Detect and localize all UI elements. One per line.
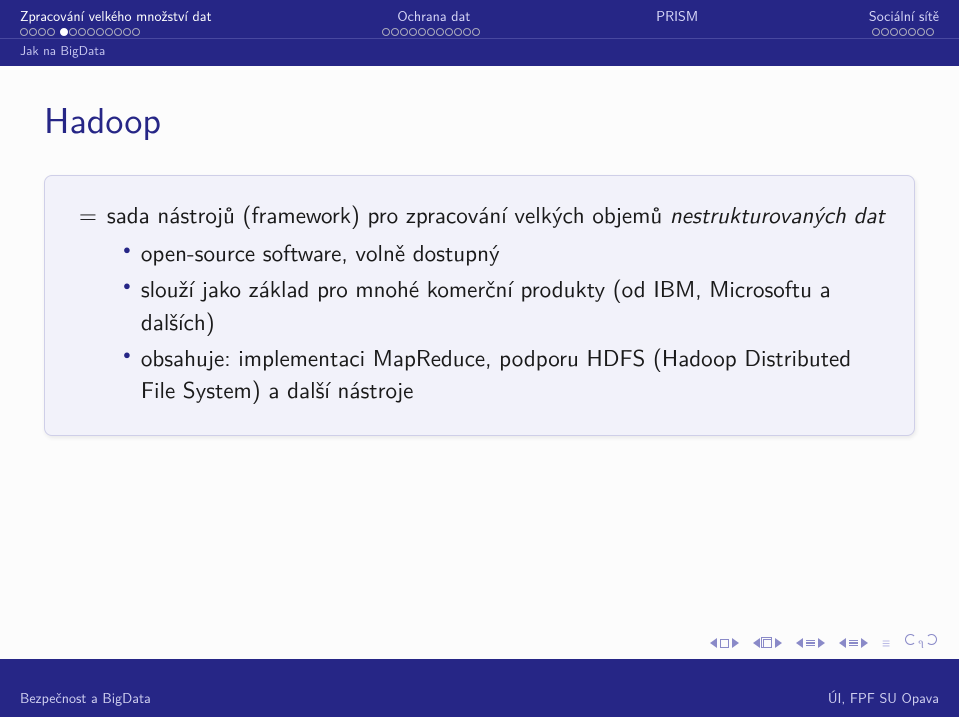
nav-prev-frame[interactable]	[753, 638, 782, 648]
bullet-list: ● open-source software, volně dostupný ●…	[73, 236, 886, 405]
triangle-left-icon	[753, 638, 760, 648]
bullet-icon: ●	[123, 341, 131, 405]
footer-left: Bezpečnost a BigData	[20, 688, 151, 708]
definition-text: sada nástrojů (framework) pro zpracování…	[107, 198, 885, 230]
progress-dots	[872, 28, 939, 36]
bullet-text: slouží jako základ pro mnohé komerční pr…	[141, 272, 886, 336]
intro-plain: sada nástrojů (framework) pro zpracování…	[107, 197, 670, 231]
section-zpracovani[interactable]: Zpracování velkého množství dat	[20, 6, 212, 36]
section-ochrana[interactable]: Ochrana dat	[382, 6, 485, 36]
nav-undo-redo[interactable]: ૧	[905, 634, 937, 652]
beamer-header: Zpracování velkého množství dat Ochrana …	[0, 0, 959, 38]
triangle-left-icon	[839, 638, 846, 648]
triangle-right-icon	[732, 638, 739, 648]
search-icon: ૧	[918, 634, 924, 652]
list-item: ● open-source software, volně dostupný	[123, 236, 886, 268]
triangle-right-icon	[861, 638, 868, 648]
list-item: ● obsahuje: implementaci MapReduce, podp…	[123, 341, 886, 405]
nav-toolbar: ≡ ૧	[710, 633, 937, 653]
redo-icon	[926, 634, 937, 645]
slide-body: Hadoop = sada nástrojů (framework) pro z…	[0, 66, 959, 659]
bars-icon	[806, 640, 815, 647]
section-label: Sociální sítě	[869, 6, 939, 26]
undo-icon	[905, 634, 916, 645]
bullet-text: open-source software, volně dostupný	[141, 236, 886, 268]
equals-sign: =	[73, 198, 97, 230]
list-item: ● slouží jako základ pro mnohé komerční …	[123, 272, 886, 336]
triangle-left-icon	[710, 638, 717, 648]
bullet-icon: ●	[123, 236, 131, 268]
bullet-text: obsahuje: implementaci MapReduce, podpor…	[141, 341, 886, 405]
bullet-icon: ●	[123, 272, 131, 336]
beamer-footer: Bezpečnost a BigData ÚI, FPF SU Opava	[0, 679, 959, 717]
triangle-left-icon	[796, 638, 803, 648]
progress-dots	[20, 28, 145, 36]
outline-icon[interactable]: ≡	[882, 633, 891, 653]
slide-icon	[720, 639, 729, 648]
definition-row: = sada nástrojů (framework) pro zpracová…	[73, 198, 886, 230]
bars-icon	[849, 640, 858, 647]
frames-icon	[763, 639, 772, 648]
nav-prev-section[interactable]	[796, 638, 825, 648]
nav-prev-slide[interactable]	[710, 638, 739, 648]
section-label: PRISM	[656, 6, 698, 26]
progress-dots	[382, 28, 485, 36]
nav-prev-subsection[interactable]	[839, 638, 868, 648]
intro-italic: nestrukturovaných dat	[670, 197, 885, 231]
subsection-text: Jak na BigData	[20, 41, 105, 60]
subsection-label: Jak na BigData	[0, 39, 959, 66]
section-label: Ochrana dat	[397, 6, 470, 26]
triangle-right-icon	[818, 638, 825, 648]
content-block: = sada nástrojů (framework) pro zpracová…	[44, 175, 915, 436]
section-prism[interactable]: PRISM	[656, 6, 698, 36]
triangle-right-icon	[775, 638, 782, 648]
frame-title: Hadoop	[44, 92, 915, 145]
section-socialni[interactable]: Sociální sítě	[869, 6, 939, 36]
section-label: Zpracování velkého množství dat	[20, 6, 212, 26]
footer-right: ÚI, FPF SU Opava	[828, 688, 939, 708]
